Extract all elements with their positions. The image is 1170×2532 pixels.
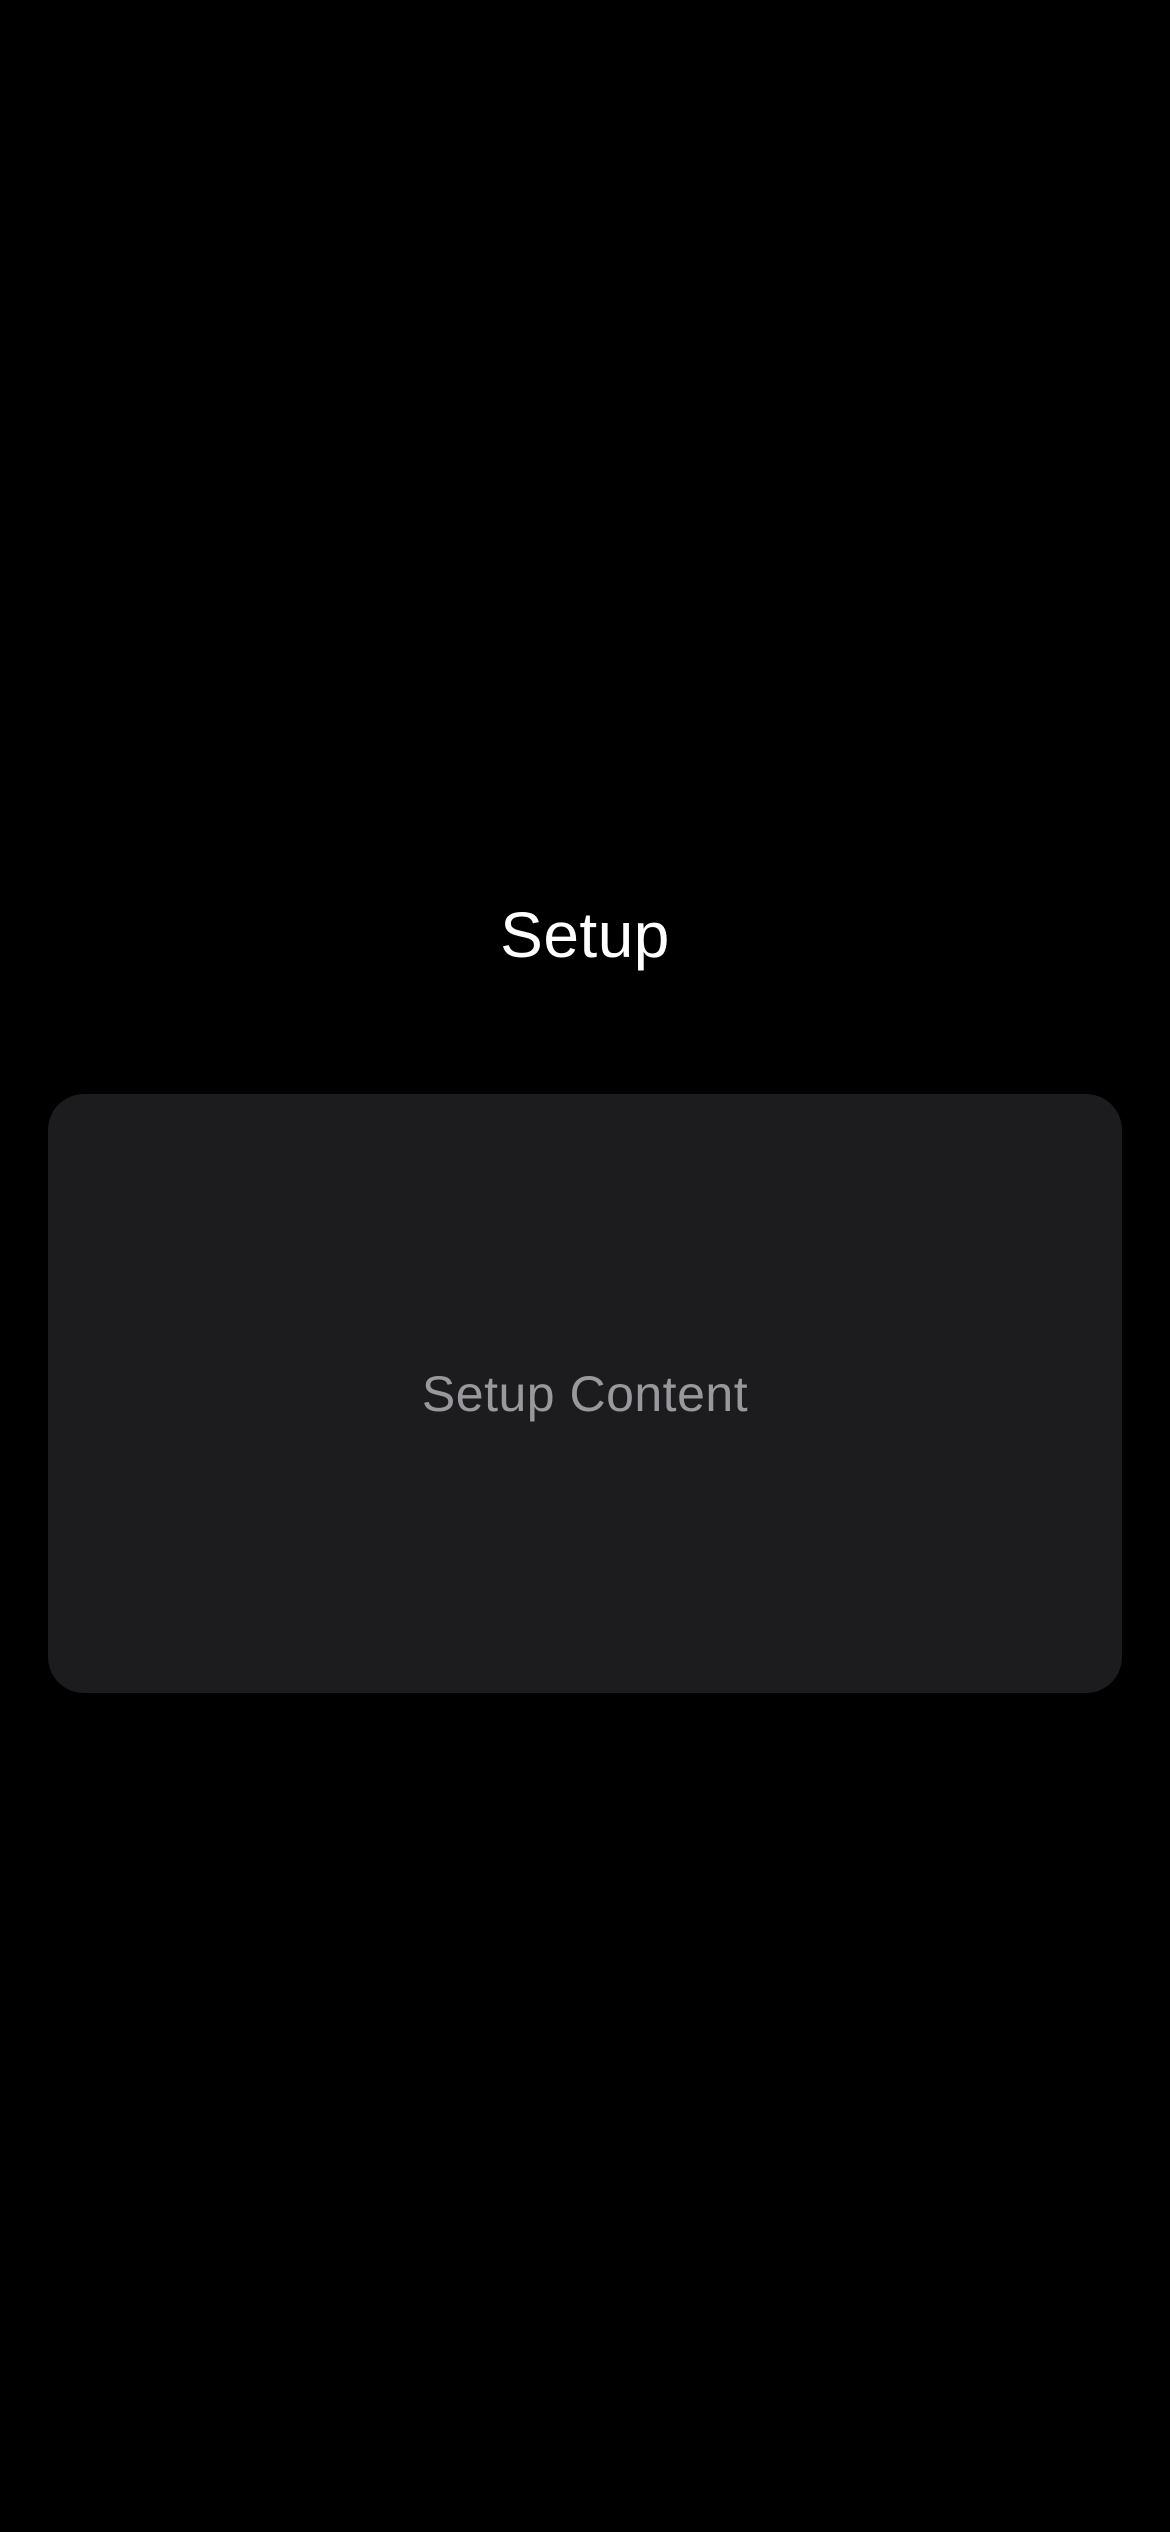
setup-content-card: Setup Content <box>48 1094 1122 1693</box>
setup-content-label: Setup Content <box>421 1365 749 1422</box>
page-title: Setup <box>500 899 670 971</box>
setup-screen: Setup Setup Content <box>0 0 1170 2532</box>
